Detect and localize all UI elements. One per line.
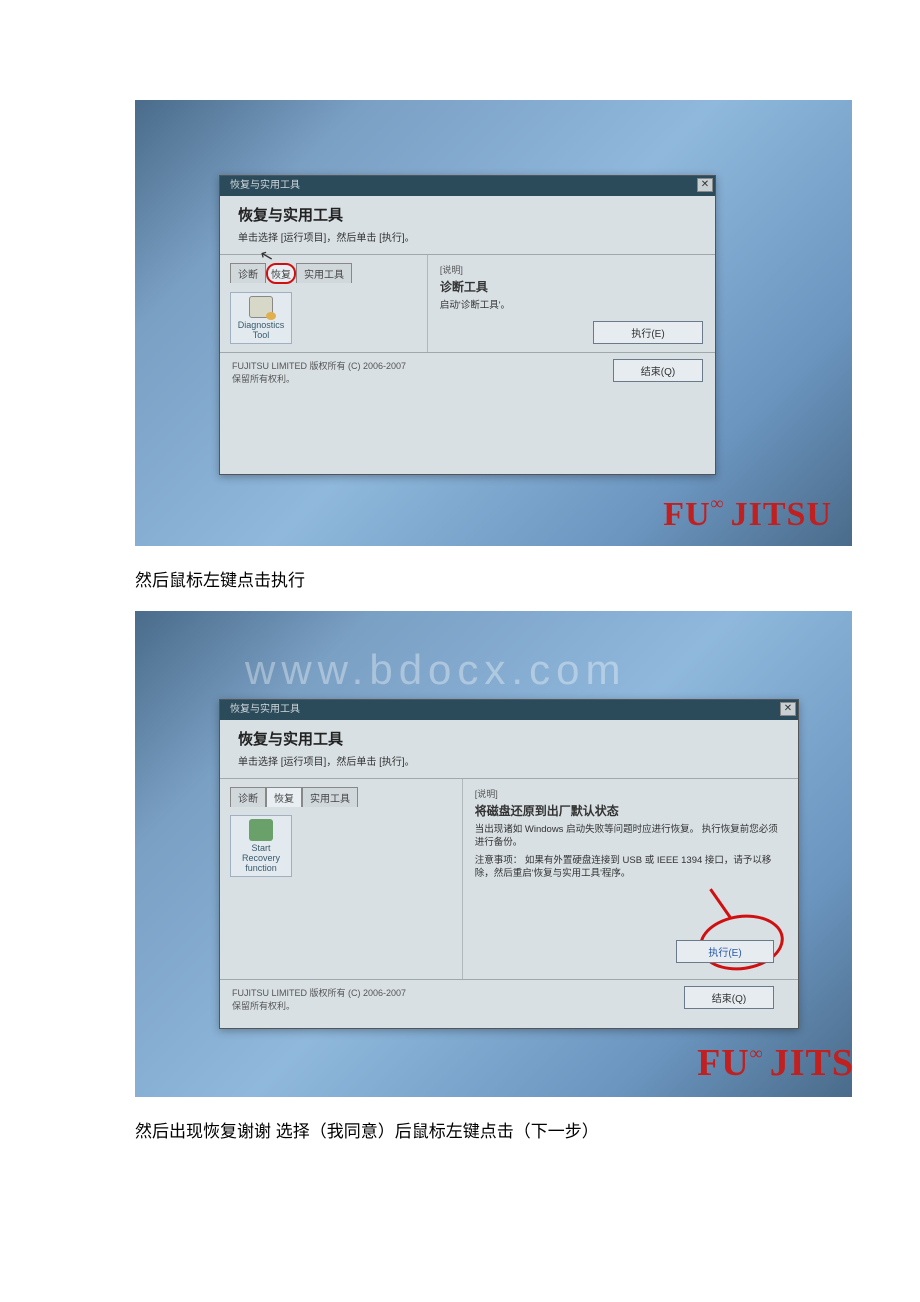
panel-p1: 当出现诸如 Windows 启动失败等问题时应进行恢复。 执行恢复前您必须进行备…: [475, 823, 786, 850]
window-titlebar: 恢复与实用工具 ✕: [220, 700, 798, 720]
close-icon[interactable]: ✕: [697, 178, 713, 192]
header-title: 恢复与实用工具: [238, 728, 780, 749]
panel-title: 将磁盘还原到出厂默认状态: [475, 802, 786, 819]
left-column: 诊断恢复实用工具 Start Recovery function: [220, 779, 463, 979]
panel-title: 诊断工具: [440, 278, 703, 295]
left-column: 诊断恢复实用工具 Diagnostics Tool: [220, 255, 428, 352]
window-header: 恢复与实用工具 单击选择 [运行项目]，然后单击 [执行]。: [220, 196, 715, 255]
window-footer: 执行(E) FUJITSU LIMITED 版权所有 (C) 2006-2007…: [220, 352, 715, 402]
window-header: 恢复与实用工具 单击选择 [运行项目]，然后单击 [执行]。: [220, 720, 798, 779]
panel-p2: 注意事项： 如果有外置硬盘连接到 USB 或 IEEE 1394 接口，请予以移…: [475, 854, 786, 881]
tab-recover[interactable]: 恢复: [266, 787, 302, 807]
panel-line: 启动'诊断工具'。: [440, 299, 703, 312]
tool-label: Diagnostics Tool: [238, 320, 285, 340]
tool-line1: Start: [234, 843, 288, 853]
end-button[interactable]: 结束(Q): [684, 986, 774, 1009]
diagnostics-tool-icon[interactable]: Diagnostics Tool: [230, 292, 292, 344]
tab-diag[interactable]: 诊断: [230, 263, 266, 283]
tab-util[interactable]: 实用工具: [302, 787, 358, 807]
app-window: 恢复与实用工具 ✕ 恢复与实用工具 单击选择 [运行项目]，然后单击 [执行]。…: [219, 699, 799, 1029]
close-icon[interactable]: ✕: [780, 702, 796, 716]
recycle-icon: [249, 819, 273, 841]
monitor-icon: [249, 296, 273, 318]
title-text: 恢复与实用工具: [230, 704, 300, 715]
tool-line3: function: [234, 863, 288, 873]
desc-label: [说明]: [475, 787, 786, 800]
tool-line2: Recovery: [234, 853, 288, 863]
caption-2: 然后出现恢复谢谢 选择（我同意）后鼠标左键点击（下一步）: [135, 1117, 890, 1142]
header-title: 恢复与实用工具: [238, 204, 697, 225]
execute-button[interactable]: 执行(E): [593, 321, 703, 344]
start-recovery-icon[interactable]: Start Recovery function: [230, 815, 292, 877]
screenshot-1: 恢复与实用工具 ✕ 恢复与实用工具 单击选择 [运行项目]，然后单击 [执行]。…: [135, 100, 852, 546]
watermark-text: www.bdocx.com: [245, 646, 626, 694]
fujitsu-logo: FU∞JITSU: [663, 496, 832, 534]
app-window: 恢复与实用工具 ✕ 恢复与实用工具 单击选择 [运行项目]，然后单击 [执行]。…: [219, 175, 716, 475]
header-sub: 单击选择 [运行项目]，然后单击 [执行]。: [238, 753, 780, 768]
tab-diag[interactable]: 诊断: [230, 787, 266, 807]
tab-util[interactable]: 实用工具: [296, 263, 352, 283]
execute-button[interactable]: 执行(E): [676, 940, 774, 963]
caption-1: 然后鼠标左键点击执行: [135, 566, 890, 591]
end-button[interactable]: 结束(Q): [613, 359, 703, 382]
header-sub: 单击选择 [运行项目]，然后单击 [执行]。: [238, 229, 697, 244]
title-text: 恢复与实用工具: [230, 180, 300, 191]
tab-strip: 诊断恢复实用工具: [230, 787, 452, 807]
window-titlebar: 恢复与实用工具 ✕: [220, 176, 715, 196]
screenshot-2: www.bdocx.com 恢复与实用工具 ✕ 恢复与实用工具 单击选择 [运行…: [135, 611, 852, 1097]
desc-label: [说明]: [440, 263, 703, 276]
fujitsu-logo: FU∞JITS: [697, 1041, 852, 1085]
tab-recover[interactable]: 恢复: [266, 263, 296, 284]
window-footer: 执行(E) FUJITSU LIMITED 版权所有 (C) 2006-2007…: [220, 979, 798, 1034]
tab-strip: 诊断恢复实用工具: [230, 263, 417, 284]
